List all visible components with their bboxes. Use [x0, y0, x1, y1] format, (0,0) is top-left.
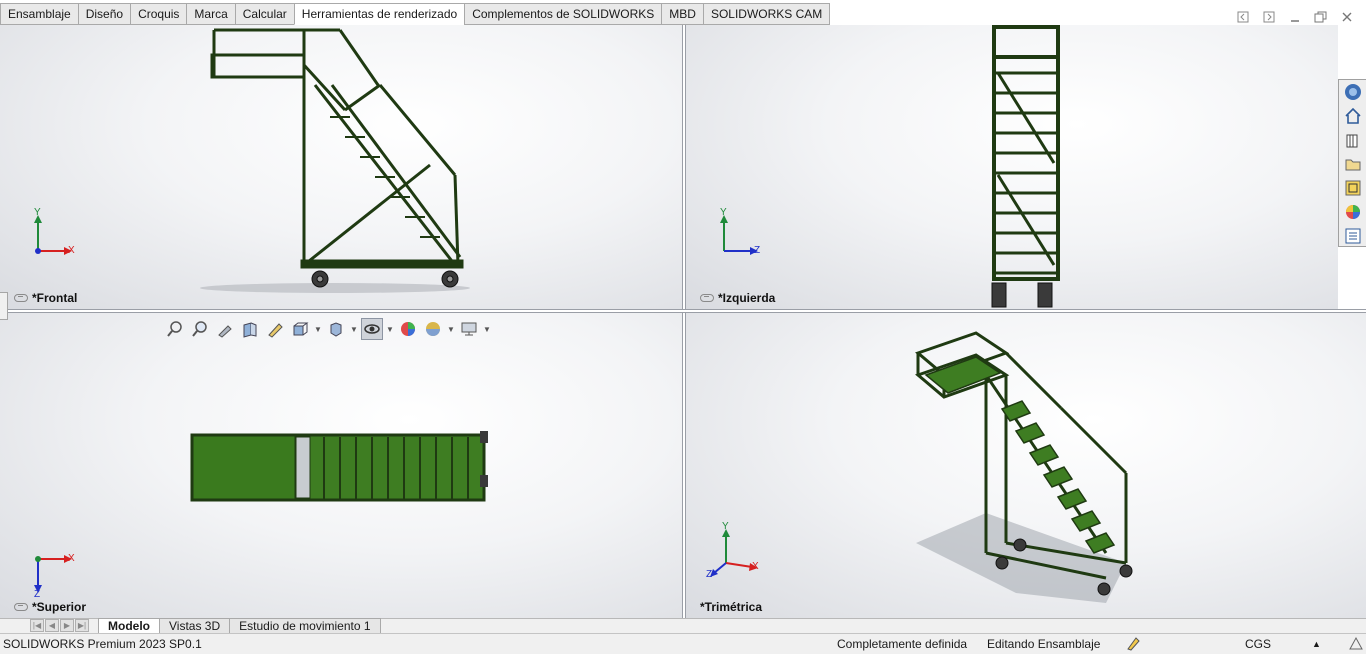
view-orientation-dropdown[interactable]: ▼ [314, 325, 322, 334]
link-icon[interactable] [14, 294, 28, 302]
last-tab-icon[interactable]: ▶| [75, 619, 89, 632]
ladder-left-view [991, 25, 1060, 308]
view-palette-icon[interactable] [1343, 177, 1363, 198]
viewport-front-name: *Frontal [32, 291, 78, 305]
viewport-left-name: *Izquierda [718, 291, 776, 305]
home-icon[interactable] [1343, 106, 1363, 127]
hide-show-items-icon[interactable] [361, 318, 383, 340]
viewport-left[interactable]: Y Z *Izquierda [686, 25, 1338, 309]
prev-tab-icon[interactable]: ◀ [45, 619, 59, 632]
viewport-left-label: *Izquierda [700, 291, 775, 305]
rebuild-icon[interactable] [1126, 635, 1140, 654]
view-settings-dropdown[interactable]: ▼ [483, 325, 491, 334]
ladder-top-view [190, 431, 488, 502]
restore-right-icon[interactable] [1260, 9, 1278, 25]
task-pane [1338, 79, 1366, 247]
zoom-to-area-icon[interactable] [189, 318, 211, 340]
status-bar: SOLIDWORKS Premium 2023 SP0.1 Completame… [0, 633, 1366, 654]
help-icon[interactable] [1348, 635, 1364, 654]
link-icon[interactable] [14, 603, 28, 611]
viewport-horizontal-splitter[interactable] [0, 309, 1366, 313]
viewport-front-label: *Frontal [14, 291, 77, 305]
viewport-top-label: *Superior [14, 600, 86, 614]
ladder-front-view [200, 28, 470, 293]
next-tab-icon[interactable]: ▶ [60, 619, 74, 632]
display-style-icon[interactable] [325, 318, 347, 340]
design-library-icon[interactable] [1343, 130, 1363, 151]
view-orientation-icon[interactable] [289, 318, 311, 340]
tab-scroll-buttons: |◀ ◀ ▶ ▶| [30, 619, 90, 633]
tab-herramientas-renderizado[interactable]: Herramientas de renderizado [293, 3, 465, 25]
custom-properties-icon[interactable] [1343, 225, 1363, 246]
viewport-trimetric-label: *Trimétrica [700, 600, 762, 614]
window-controls [1234, 9, 1356, 25]
zoom-to-fit-icon[interactable] [164, 318, 186, 340]
triad-left-y: Y [720, 207, 727, 218]
restore-left-icon[interactable] [1234, 9, 1252, 25]
tab-marca[interactable]: Marca [186, 3, 235, 25]
file-explorer-icon[interactable] [1343, 154, 1363, 175]
tab-croquis[interactable]: Croquis [130, 3, 187, 25]
apply-scene-icon[interactable] [422, 318, 444, 340]
appearances-icon[interactable] [1343, 201, 1363, 222]
view-settings-icon[interactable] [458, 318, 480, 340]
tab-solidworks-cam[interactable]: SOLIDWORKS CAM [702, 3, 831, 25]
tab-diseno[interactable]: Diseño [77, 3, 131, 25]
hide-show-dropdown[interactable]: ▼ [386, 325, 394, 334]
triad-front-x: X [68, 245, 75, 256]
viewport-trimetric-name: *Trimétrica [700, 600, 763, 614]
viewport-top[interactable]: X Z *Superior [0, 313, 682, 618]
triad-trimetric-y: Y [722, 521, 729, 532]
previous-view-icon[interactable] [214, 318, 236, 340]
tab-modelo[interactable]: Modelo [98, 618, 160, 633]
viewport-top-name: *Superior [32, 600, 87, 614]
viewport-trimetric[interactable]: Y X Z *Trimétrica [686, 313, 1366, 618]
restore-icon[interactable] [1312, 9, 1330, 25]
apply-scene-dropdown[interactable]: ▼ [447, 325, 455, 334]
tab-vistas-3d[interactable]: Vistas 3D [159, 618, 231, 633]
command-manager-tabs: Ensamblaje Diseño Croquis Marca Calcular… [0, 3, 831, 25]
tab-complementos[interactable]: Complementos de SOLIDWORKS [464, 3, 662, 25]
viewport-vertical-splitter[interactable] [682, 25, 686, 618]
viewport-front[interactable]: Y X *Frontal [0, 25, 682, 309]
tab-mbd[interactable]: MBD [661, 3, 703, 25]
units-dropdown-icon[interactable]: ▲ [1312, 639, 1321, 649]
close-icon[interactable] [1338, 9, 1356, 25]
status-definition: Completamente definida [837, 637, 968, 651]
ladder-trimetric-view [915, 331, 1133, 603]
minimize-icon[interactable] [1286, 9, 1304, 25]
first-tab-icon[interactable]: |◀ [30, 619, 44, 632]
status-units[interactable]: CGS [1245, 637, 1271, 651]
heads-up-view-toolbar: ▼ ▼ ▼ ▼ ▼ [164, 318, 491, 340]
triad-trimetric-x: X [752, 561, 759, 572]
display-style-dropdown[interactable]: ▼ [350, 325, 358, 334]
triad-front-y: Y [34, 207, 41, 218]
link-icon[interactable] [700, 294, 714, 302]
tab-estudio-movimiento[interactable]: Estudio de movimiento 1 [229, 618, 381, 633]
feature-manager-toggle[interactable] [0, 292, 8, 320]
triad-trimetric-z: Z [706, 569, 713, 580]
triad-left-z: Z [754, 245, 761, 256]
model-tabs-bar: |◀ ◀ ▶ ▶| Modelo Vistas 3D Estudio de mo… [0, 618, 1366, 633]
solidworks-resources-icon[interactable] [1343, 82, 1363, 103]
status-product: SOLIDWORKS Premium 2023 SP0.1 [3, 637, 202, 651]
status-edit-mode: Editando Ensamblaje [987, 637, 1101, 651]
tab-calcular[interactable]: Calcular [234, 3, 294, 25]
tab-ensamblaje[interactable]: Ensamblaje [0, 3, 78, 25]
triad-top-x: X [68, 553, 75, 564]
triad-top-z: Z [34, 589, 41, 600]
section-view-icon[interactable] [239, 318, 261, 340]
edit-appearance-icon[interactable] [397, 318, 419, 340]
dynamic-annotation-icon[interactable] [264, 318, 286, 340]
